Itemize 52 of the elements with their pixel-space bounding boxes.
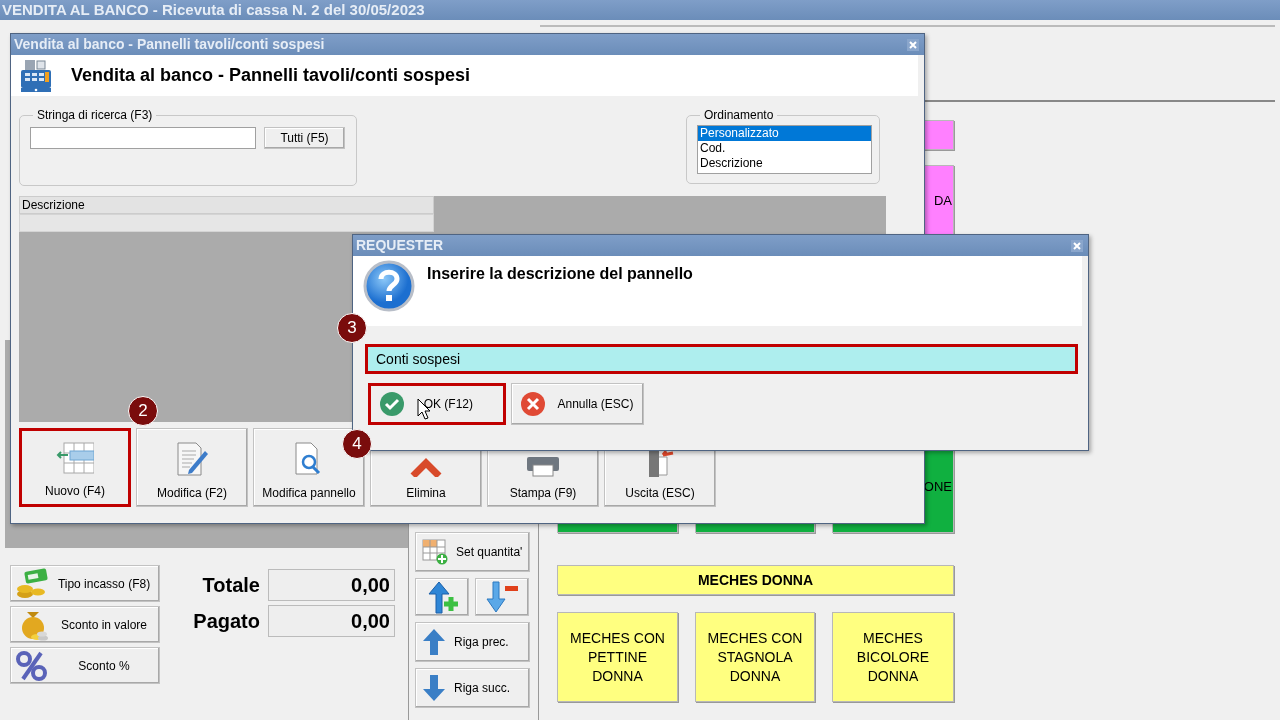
payment-button[interactable]: Sconto in valore <box>10 606 160 643</box>
row-button[interactable]: Riga succ. <box>415 668 530 708</box>
total-label: Pagato <box>192 609 260 634</box>
table-arrow-icon <box>56 441 94 475</box>
total-value: 0,00 <box>268 605 395 637</box>
check-circle-icon <box>379 391 405 417</box>
cross-icon <box>409 457 443 477</box>
category-header: MECHES DONNA <box>557 565 954 595</box>
money-coins-icon <box>15 567 49 600</box>
window-title: VENDITA AL BANCO - Ricevuta di cassa N. 2 del 30/05/2023 <box>0 0 1280 20</box>
cash-register-icon <box>19 58 53 93</box>
sort-listbox[interactable]: Personalizzato Cod. Descrizione <box>697 125 872 174</box>
search-field[interactable] <box>30 127 256 149</box>
group-label: Ordinamento <box>703 108 775 122</box>
arrow-up-icon <box>422 628 446 656</box>
list-option[interactable]: Cod. <box>698 141 871 156</box>
total-label: Totale <box>201 573 260 598</box>
ok-button[interactable]: OK (F12) <box>368 383 506 425</box>
product-tile[interactable]: MECHES CON PETTINE DONNA <box>557 612 678 702</box>
dialog-title: REQUESTER <box>356 236 444 255</box>
cancel-button[interactable]: Annulla (ESC) <box>511 383 644 425</box>
product-tile[interactable]: MECHES CON STAGNOLA DONNA <box>695 612 815 702</box>
percent-icon <box>15 650 49 681</box>
list-option[interactable]: Descrizione <box>698 156 871 171</box>
arrow-down-minus-icon <box>485 581 519 613</box>
document-pencil-icon <box>175 441 209 477</box>
dialog-heading: Vendita al banco - Pannelli tavoli/conti sospesi <box>71 64 471 87</box>
payment-button[interactable]: Tipo incasso (F8) <box>10 565 160 602</box>
list-option[interactable]: Personalizzato <box>698 126 871 141</box>
row-button[interactable] <box>475 578 529 616</box>
description-field[interactable]: Conti sospesi <box>365 344 1078 374</box>
cross-circle-icon <box>520 391 546 417</box>
group-label: Stringa di ricerca (F3) <box>36 108 154 122</box>
row-button[interactable] <box>415 578 469 616</box>
row-button[interactable]: Set quantita' <box>415 532 530 572</box>
toolbar-button[interactable]: Nuovo (F4) <box>19 428 131 507</box>
total-value: 0,00 <box>268 569 395 601</box>
toolbar-button[interactable]: Modifica (F2) <box>136 428 248 507</box>
product-tile[interactable]: MECHES BICOLORE DONNA <box>832 612 954 702</box>
grid-plus-icon <box>422 539 448 565</box>
question-icon <box>363 260 415 312</box>
column-header: Descrizione <box>19 196 434 214</box>
row-button[interactable]: Riga prec. <box>415 622 530 662</box>
printer-icon <box>525 457 561 477</box>
all-button[interactable]: Tutti (F5) <box>264 127 345 149</box>
arrow-up-plus-icon <box>426 580 458 614</box>
close-icon <box>907 38 919 51</box>
dialog-title: Vendita al banco - Pannelli tavoli/conti sospesi <box>14 35 325 54</box>
message-text: Inserire la descrizione del pannello <box>427 264 693 284</box>
payment-button[interactable]: Sconto % <box>10 647 160 684</box>
close-icon <box>1071 239 1083 252</box>
arrow-down-icon <box>422 674 446 702</box>
